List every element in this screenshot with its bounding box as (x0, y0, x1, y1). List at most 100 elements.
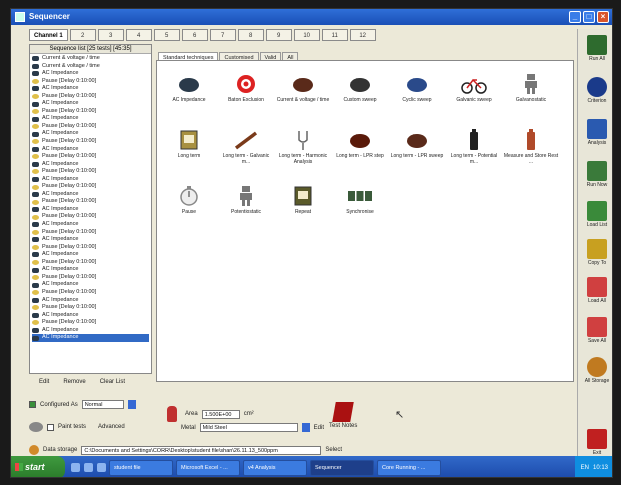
minimize-button[interactable]: _ (569, 11, 581, 23)
channel-tab[interactable]: 6 (181, 29, 208, 41)
technique-custom-sweep[interactable]: Custom sweep (332, 73, 388, 115)
list-item[interactable]: AC Impedance (32, 312, 149, 320)
list-item[interactable]: AC Impedance (32, 327, 149, 335)
taskbar-item[interactable]: student file (109, 459, 173, 476)
channel-tab[interactable]: 4 (125, 29, 152, 41)
list-item[interactable]: Pause [Delay 0:10:00] (32, 123, 149, 131)
technique-galvanic-sweep[interactable]: Galvanic sweep (446, 73, 502, 115)
technique-galvanostatic[interactable]: Galvanostatic (503, 73, 559, 115)
toolbar-button-save-all[interactable]: Save All (582, 317, 612, 344)
start-button[interactable]: start (11, 456, 65, 477)
technique-current-voltage-time[interactable]: Current & voltage / time (275, 73, 331, 115)
paint-tests-checkbox[interactable] (47, 423, 54, 431)
channel-tab[interactable]: 7 (209, 29, 236, 41)
chevron-down-icon[interactable] (127, 400, 136, 409)
toolbar-button-criterion[interactable]: Criterion (582, 77, 612, 104)
channel-tab[interactable]: 3 (97, 29, 124, 41)
advanced-button[interactable]: Advanced (98, 424, 125, 430)
technique-synchronise[interactable]: Synchronise (332, 185, 388, 227)
list-item[interactable]: Pause [Delay 0:10:00] (32, 319, 149, 327)
channel-tab[interactable]: Channel 1 (29, 29, 68, 41)
list-item[interactable]: Current & voltage / time (32, 55, 149, 63)
list-item[interactable]: Pause [Delay 0:10:00] (32, 183, 149, 191)
channel-tab[interactable]: 11 (321, 29, 348, 41)
technique-ac-impedance[interactable]: AC Impedance (161, 73, 217, 115)
list-item[interactable]: Current & voltage / time (32, 63, 149, 71)
channel-tab[interactable]: 12 (349, 29, 376, 41)
technique-long-term-potential-m[interactable]: Long term - Potential m... (446, 129, 502, 171)
list-item[interactable]: Pause [Delay 0:10:00] (32, 304, 149, 312)
clear-list-button[interactable]: Clear List (100, 379, 125, 385)
toolbar-button-copy-to[interactable]: Copy To (582, 239, 612, 266)
list-item[interactable]: AC Impedance (32, 115, 149, 123)
list-item[interactable]: AC Impedance (32, 206, 149, 214)
list-item[interactable]: Pause [Delay 0:10:00] (32, 274, 149, 282)
taskbar-item[interactable]: Microsoft Excel - ... (176, 459, 240, 476)
list-item[interactable]: AC Impedance (32, 236, 149, 244)
list-item[interactable]: AC Impedance (32, 266, 149, 274)
quick-launch-icon[interactable] (84, 463, 93, 472)
technique-baton-exclusion[interactable]: Baton Exclusion (218, 73, 274, 115)
list-item[interactable]: AC Impedance (32, 130, 149, 138)
list-item[interactable]: AC Impedance (32, 191, 149, 199)
taskbar-item[interactable]: Core Running - ... (377, 459, 441, 476)
list-item[interactable]: AC Impedance (32, 161, 149, 169)
list-item[interactable]: Pause [Delay 0:10:00] (32, 259, 149, 267)
list-item[interactable]: Pause [Delay 0:10:00] (32, 198, 149, 206)
technique-cyclic-sweep[interactable]: Cyclic sweep (389, 73, 445, 115)
taskbar-item[interactable]: Sequencer (310, 459, 374, 476)
channel-tab[interactable]: 2 (69, 29, 96, 41)
toolbar-button-load-list[interactable]: Load List (582, 201, 612, 228)
channel-tab[interactable]: 9 (265, 29, 292, 41)
technique-long-term-lpr-sweep[interactable]: Long term - LPR sweep (389, 129, 445, 171)
toolbar-button-run-all[interactable]: Run All (582, 35, 612, 62)
list-item[interactable]: Pause [Delay 0:10:00] (32, 108, 149, 116)
list-item[interactable]: Pause [Delay 0:10:00] (32, 289, 149, 297)
technique-long-term-lpr-step[interactable]: Long term - LPR step (332, 129, 388, 171)
list-item[interactable]: AC Impedance (32, 281, 149, 289)
data-storage-path[interactable]: C:\Documents and Settings\CORR\Desktop\s… (81, 445, 322, 455)
language-indicator[interactable]: EN (581, 465, 589, 471)
list-item[interactable]: AC Impedance (32, 297, 149, 305)
list-item[interactable]: Pause [Delay 0:10:00] (32, 244, 149, 252)
list-item[interactable]: AC Impedance (32, 221, 149, 229)
list-item[interactable]: AC Impedance (32, 251, 149, 259)
toolbar-button-analysis[interactable]: Analysis (582, 119, 612, 146)
remove-button[interactable]: Remove (63, 379, 85, 385)
list-item[interactable]: Pause [Delay 0:10:00] (32, 138, 149, 146)
toolbar-button-load-all[interactable]: Load All (582, 277, 612, 304)
test-notes[interactable]: Test Notes (329, 402, 357, 429)
list-item[interactable]: AC Impedance (32, 100, 149, 108)
taskbar-item[interactable]: v4 Analysis (243, 459, 307, 476)
metal-select[interactable]: Mild Steel (199, 423, 298, 432)
channel-tab[interactable]: 8 (237, 29, 264, 41)
list-item[interactable]: AC Impedance (32, 70, 149, 78)
technique-potentiostatic[interactable]: Potentiostatic (218, 185, 274, 227)
list-item[interactable]: AC Impedance (32, 334, 149, 342)
list-item[interactable]: Pause [Delay 0:10:00] (32, 168, 149, 176)
configured-as-select[interactable]: Normal (81, 400, 124, 409)
list-item[interactable]: Pause [Delay 0:10:00] (32, 93, 149, 101)
list-item[interactable]: AC Impedance (32, 85, 149, 93)
technique-measure-and-store-rest[interactable]: Measure and Store Rest ... (503, 129, 559, 171)
technique-long-term[interactable]: Long term (161, 129, 217, 171)
channel-tab[interactable]: 10 (293, 29, 320, 41)
list-item[interactable]: Pause [Delay 0:10:00] (32, 229, 149, 237)
list-item[interactable]: AC Impedance (32, 176, 149, 184)
list-item[interactable]: Pause [Delay 0:10:00] (32, 213, 149, 221)
close-button[interactable]: × (597, 11, 609, 23)
toolbar-button-exit[interactable]: Exit (582, 429, 612, 456)
toolbar-button-all-storage[interactable]: All Storage (582, 357, 612, 384)
maximize-button[interactable]: □ (583, 11, 595, 23)
select-button[interactable]: Select (325, 447, 342, 453)
chevron-down-icon[interactable] (301, 423, 310, 432)
technique-long-term-harmonic-analysis[interactable]: Long term - Harmonic Analysis (275, 129, 331, 171)
area-input[interactable]: 1.500E+00 (201, 409, 240, 419)
list-item[interactable]: AC Impedance (32, 146, 149, 154)
technique-long-term-galvanic-m[interactable]: Long term - Galvanic m... (218, 129, 274, 171)
quick-launch-icon[interactable] (97, 463, 106, 472)
list-item[interactable]: Pause [Delay 0:10:00] (32, 153, 149, 161)
technique-pause[interactable]: Pause (161, 185, 217, 227)
edit-button[interactable]: Edit (39, 379, 49, 385)
quick-launch-icon[interactable] (71, 463, 80, 472)
